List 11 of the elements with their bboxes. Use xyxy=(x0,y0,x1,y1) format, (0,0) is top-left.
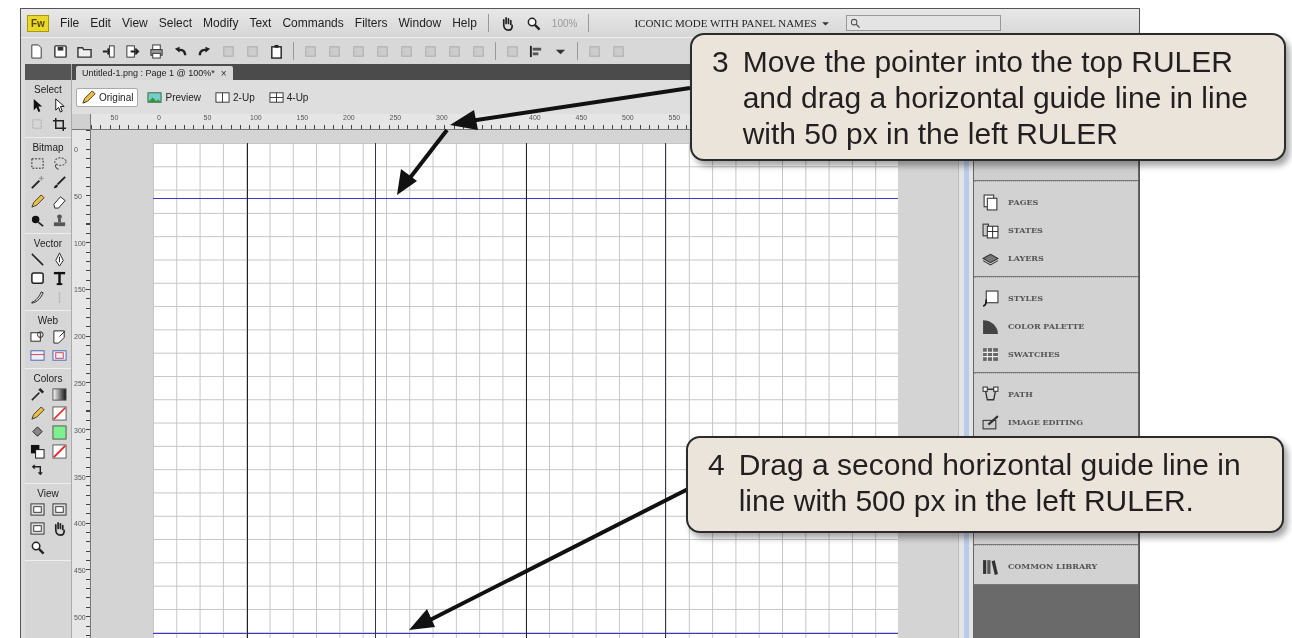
tool-group-title: Select xyxy=(34,84,62,95)
app-logo: Fw xyxy=(27,14,49,32)
tool-group-title: Bitmap xyxy=(32,142,64,153)
step-number: 3 xyxy=(712,44,729,80)
tool-group-title: Vector xyxy=(33,238,63,249)
tool-group-title: Web xyxy=(37,315,59,326)
tool-group-title: Colors xyxy=(33,373,63,384)
instruction-text: Drag a second horizontal guide line in line with 500 px in the left RULER. xyxy=(738,447,1242,519)
step-number: 4 xyxy=(708,447,725,483)
tool-group-title: View xyxy=(37,488,59,499)
zoom-level: 100% xyxy=(551,17,578,29)
